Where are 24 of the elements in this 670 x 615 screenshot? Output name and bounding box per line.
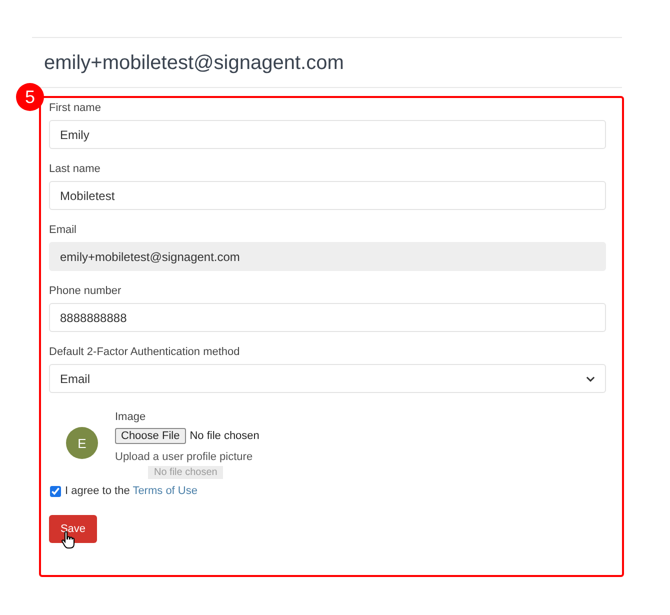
hand-cursor-icon xyxy=(61,531,75,549)
checkbox[interactable] xyxy=(50,486,61,496)
chevron-down-icon xyxy=(586,376,595,382)
file-status: No file chosen xyxy=(190,430,260,442)
input-field: emily+mobiletest@signagent.com xyxy=(49,242,606,271)
field-label: Last name xyxy=(49,163,102,175)
field-label: Image xyxy=(115,411,147,423)
field-label: Default 2-Factor Authentication method xyxy=(49,346,241,358)
input-field[interactable]: Mobiletest xyxy=(49,181,606,210)
field-label: Phone number xyxy=(49,285,122,297)
terms-text: I agree to the Terms of Use xyxy=(65,485,198,497)
step-badge: 5 xyxy=(16,83,44,111)
input-field[interactable]: 8888888888 xyxy=(49,303,606,332)
page-title: emily+mobiletest@signagent.com xyxy=(43,51,345,76)
avatar: E xyxy=(66,427,98,459)
select-field[interactable]: Email xyxy=(49,364,606,393)
input-field[interactable]: Emily xyxy=(49,120,606,149)
choose-file-button[interactable]: Choose File xyxy=(115,428,186,444)
field-label: First name xyxy=(49,102,102,114)
drag-ghost: No file chosen xyxy=(148,466,224,479)
select-value: Email xyxy=(60,372,90,386)
field-label: Email xyxy=(49,224,78,236)
terms-link[interactable]: Terms of Use xyxy=(132,485,198,497)
help-text: Upload a user profile picture xyxy=(115,451,254,463)
